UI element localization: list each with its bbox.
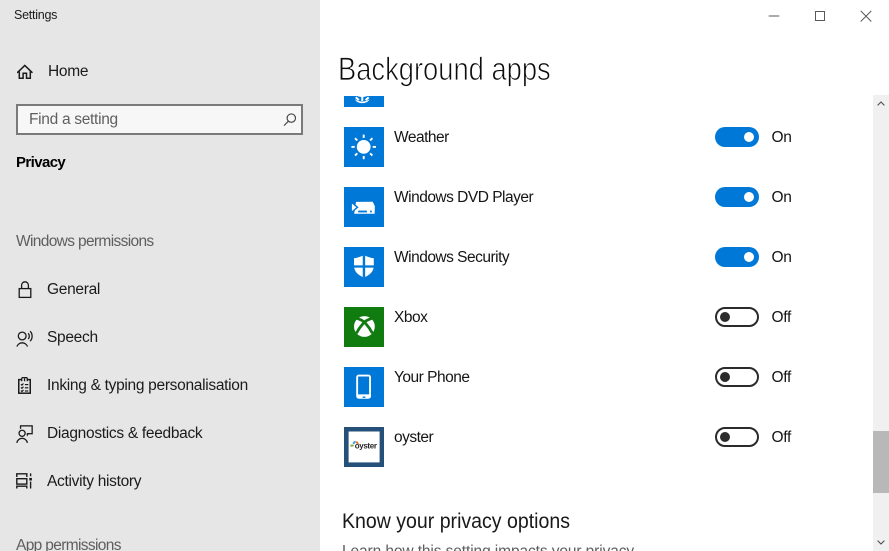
scrolled-app-icon — [344, 96, 384, 107]
app-name: Your Phone — [394, 370, 469, 386]
window-title: Settings — [14, 8, 57, 22]
sidebar-item-label: Diagnostics & feedback — [47, 426, 202, 442]
speech-icon — [16, 330, 33, 352]
scrollbar-down-icon[interactable] — [873, 534, 889, 551]
background-apps-list: Weather On Windows DVD Player On — [320, 96, 873, 551]
sidebar-item-label: Inking & typing personalisation — [47, 378, 248, 394]
toggle-oyster[interactable] — [715, 427, 759, 447]
sidebar-home-label: Home — [48, 64, 88, 80]
feedback-icon — [16, 425, 33, 448]
sidebar-item-diagnostics[interactable]: Diagnostics & feedback — [0, 413, 320, 453]
sidebar-item-general[interactable]: General — [0, 269, 320, 309]
sidebar-item-speech[interactable]: Speech — [0, 317, 320, 357]
page-title: Background apps — [338, 53, 551, 85]
toggle-dvd-player[interactable] — [715, 187, 759, 207]
toggle-knob — [720, 372, 730, 382]
toggle-xbox[interactable] — [715, 307, 759, 327]
sidebar-item-activity-history[interactable]: Activity history — [0, 461, 320, 501]
toggle-state-label: Off — [772, 370, 792, 386]
toggle-weather[interactable] — [715, 127, 759, 147]
app-row: Windows Security On — [320, 247, 873, 307]
scrollbar[interactable] — [873, 95, 889, 551]
toggle-knob — [744, 252, 754, 262]
toggle-knob — [720, 432, 730, 442]
section-app-permissions: App permissions — [16, 537, 121, 551]
sidebar-item-inking[interactable]: Inking & typing personalisation — [0, 365, 320, 405]
app-name: oyster — [394, 430, 433, 446]
app-row: Xbox Off — [320, 307, 873, 367]
app-name: Windows DVD Player — [394, 190, 533, 206]
privacy-link[interactable]: Learn how this setting impacts your priv… — [342, 543, 634, 551]
home-icon — [17, 64, 33, 85]
security-shield-icon — [344, 247, 384, 287]
minimize-button[interactable] — [751, 0, 797, 32]
lock-icon — [18, 281, 32, 304]
toggle-state-label: On — [772, 250, 792, 266]
section-windows-permissions: Windows permissions — [16, 233, 154, 251]
toggle-state-label: Off — [772, 430, 792, 446]
toggle-state-label: On — [772, 130, 792, 146]
dvd-player-icon — [344, 187, 384, 227]
privacy-options-heading: Know your privacy options — [342, 511, 570, 533]
inking-icon — [18, 377, 31, 399]
toggle-state-label: On — [772, 190, 792, 206]
sidebar-item-home[interactable]: Home — [0, 60, 320, 88]
sidebar: Settings Home Privacy Windows permission… — [0, 0, 320, 551]
app-name: Xbox — [394, 310, 427, 326]
svg-text:oyster: oyster — [355, 441, 377, 450]
app-row: Your Phone Off — [320, 367, 873, 427]
phone-icon — [344, 367, 384, 407]
app-row: Weather On — [320, 127, 873, 187]
activity-history-icon — [16, 473, 33, 494]
sidebar-item-label: Speech — [47, 330, 98, 346]
settings-window: Settings Home Privacy Windows permission… — [0, 0, 889, 551]
content-area: Background apps — [320, 0, 889, 551]
category-heading: Privacy — [16, 154, 65, 171]
scrollbar-up-icon[interactable] — [873, 95, 889, 112]
toggle-state-label: Off — [772, 310, 792, 326]
close-button[interactable] — [843, 0, 889, 32]
search-input[interactable] — [29, 107, 259, 132]
search-box[interactable] — [16, 104, 303, 135]
oyster-logo: oyster — [344, 427, 384, 467]
toggle-knob — [744, 192, 754, 202]
app-row: Windows DVD Player On — [320, 187, 873, 247]
app-row: oyster oyster Off — [320, 427, 873, 487]
app-name: Windows Security — [394, 250, 509, 266]
sidebar-item-label: General — [47, 282, 100, 298]
maximize-button[interactable] — [797, 0, 843, 32]
toggle-knob — [744, 132, 754, 142]
scrollbar-thumb[interactable] — [873, 431, 889, 493]
app-name: Weather — [394, 130, 449, 146]
toggle-knob — [720, 312, 730, 322]
toggle-windows-security[interactable] — [715, 247, 759, 267]
sidebar-item-label: Activity history — [47, 474, 141, 490]
toggle-your-phone[interactable] — [715, 367, 759, 387]
search-icon[interactable] — [281, 111, 297, 134]
xbox-icon — [344, 307, 384, 347]
weather-sun-icon — [344, 127, 384, 167]
app-row-partial — [320, 96, 873, 127]
